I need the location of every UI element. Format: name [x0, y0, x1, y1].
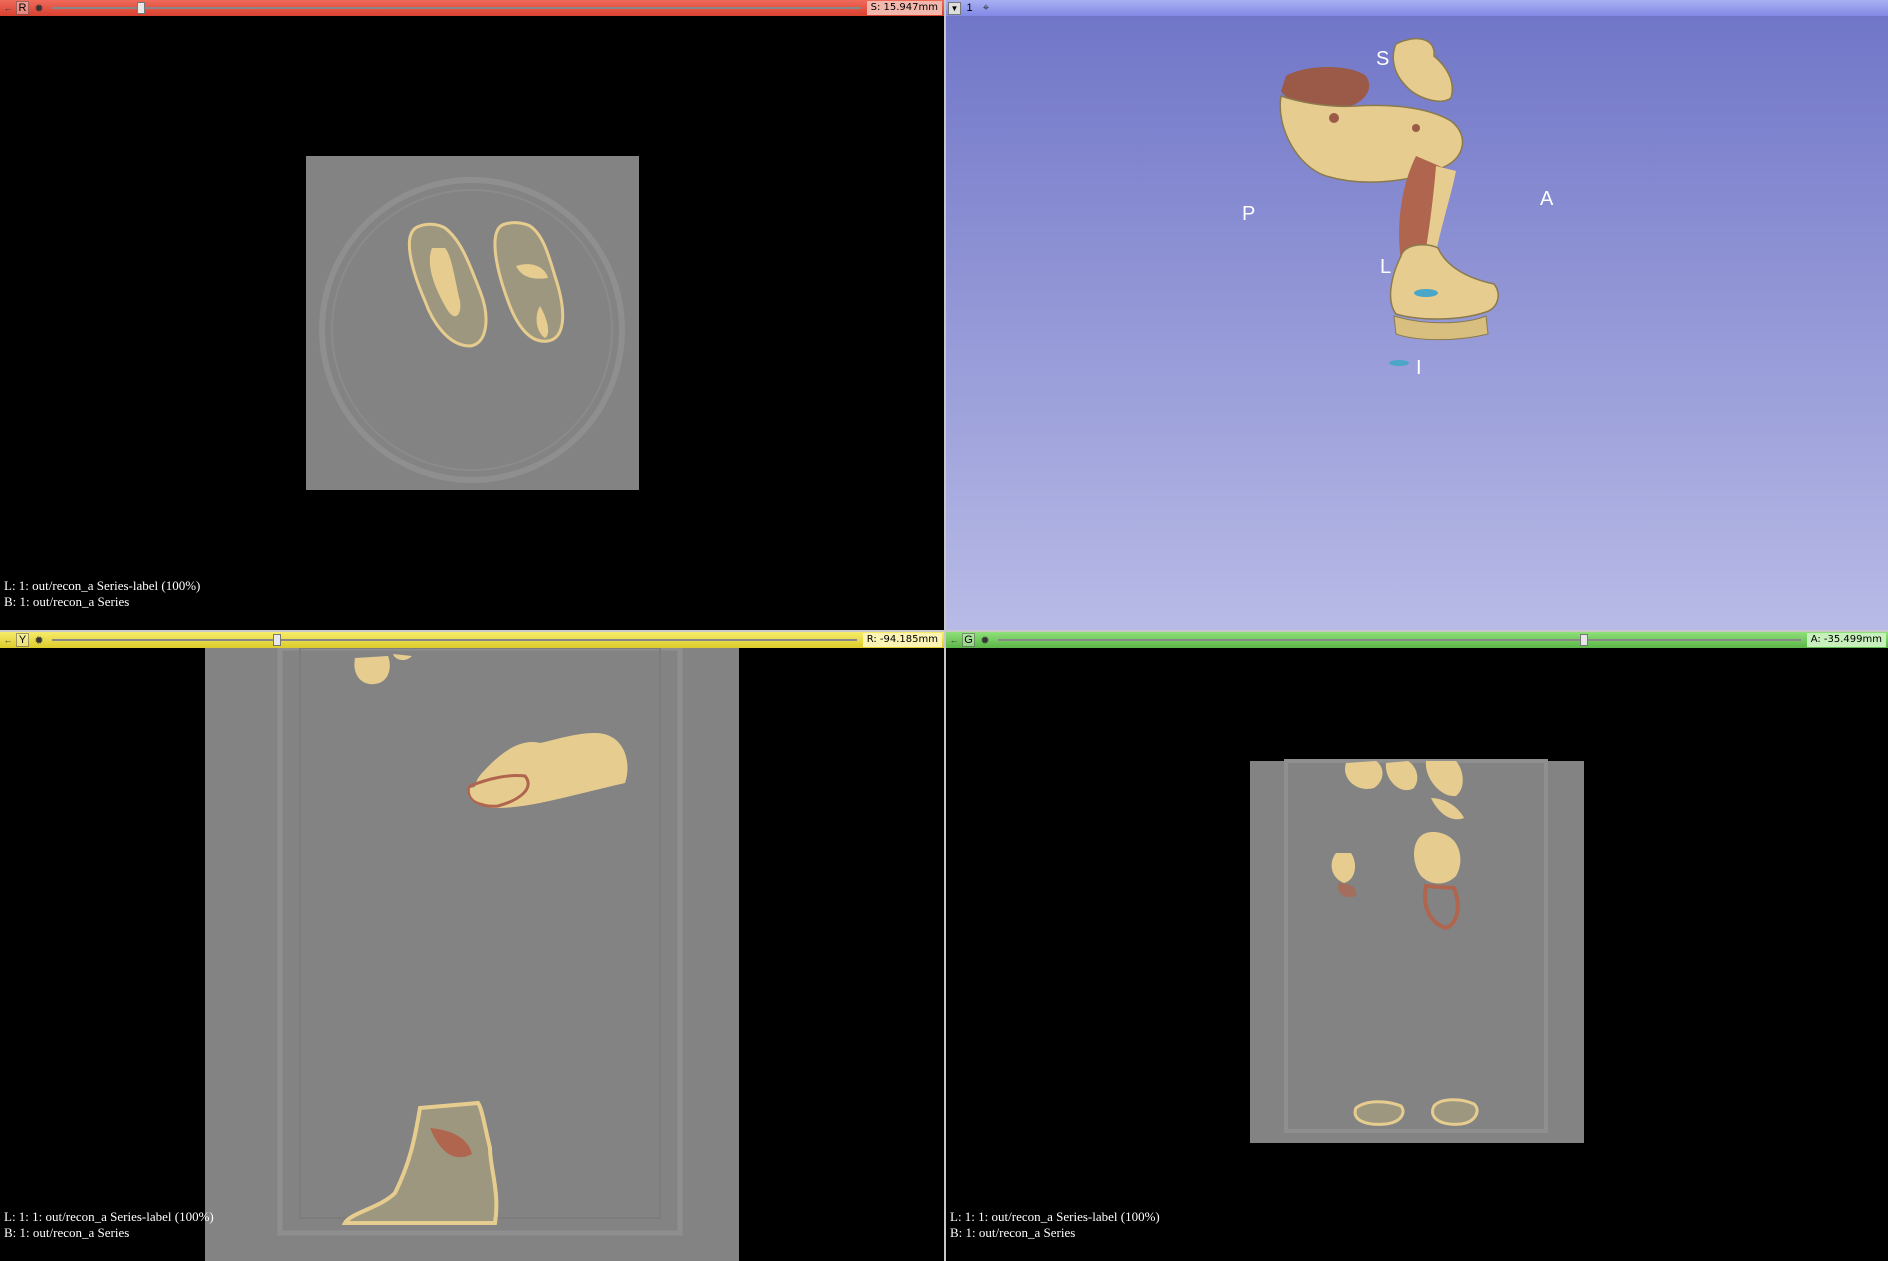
- orientation-label-inferior: I: [1416, 357, 1422, 379]
- gear-icon[interactable]: ✹: [32, 633, 46, 647]
- slider-track: [998, 639, 1801, 641]
- slider-thumb[interactable]: [1579, 634, 1588, 646]
- gear-icon[interactable]: ⌖: [979, 1, 993, 15]
- bone-segment-foot-right: [1431, 1098, 1479, 1126]
- pin-icon[interactable]: ←: [2, 1, 14, 15]
- orientation-label-posterior: P: [1242, 203, 1256, 225]
- green-slice-controller-bar: ← G ✹ A: -35.499mm: [946, 632, 1888, 648]
- muscle-speckle: [1412, 124, 1420, 132]
- slice-offset-value[interactable]: R: -94.185mm: [862, 633, 942, 647]
- label-layer-text: L: 1: 1: out/recon_a Series-label (100%): [950, 1209, 1160, 1224]
- slider-track: [52, 639, 857, 641]
- red-slice-view[interactable]: ← R ✹ S: 15.947mm L: 1: out/recon_a Seri…: [0, 0, 944, 630]
- gear-icon[interactable]: ✹: [32, 1, 46, 15]
- sagittal-slice-image[interactable]: [0, 648, 944, 1261]
- background-layer-text: B: 1: out/recon_a Series: [950, 1225, 1076, 1240]
- pin-icon[interactable]: ←: [948, 633, 960, 647]
- slider-thumb[interactable]: [273, 634, 282, 646]
- background-layer-text: B: 1: out/recon_a Series: [4, 1225, 130, 1240]
- slice-name-label: G: [962, 633, 975, 647]
- layout-splitter-horizontal[interactable]: [0, 630, 1888, 632]
- gear-icon[interactable]: ✹: [978, 633, 992, 647]
- bone-surface-foot: [1389, 243, 1499, 320]
- slider-thumb[interactable]: [136, 2, 145, 14]
- threed-controller-bar: ▼ 1 ⌖: [946, 0, 1888, 16]
- slice-offset-slider[interactable]: [998, 633, 1801, 647]
- slice-offset-value[interactable]: S: 15.947mm: [866, 1, 942, 15]
- vessel-surface-detached: [1389, 360, 1409, 366]
- pin-icon[interactable]: ←: [2, 633, 14, 647]
- threed-model[interactable]: [946, 16, 1888, 630]
- label-layer-text: L: 1: 1: out/recon_a Series-label (100%): [4, 1209, 214, 1224]
- slice-offset-slider[interactable]: [52, 1, 861, 15]
- label-layer-text: L: 1: out/recon_a Series-label (100%): [4, 578, 201, 593]
- green-slice-view[interactable]: ← G ✹ A: -35.499mm L: 1: 1: out/recon_a …: [946, 632, 1888, 1261]
- slider-track: [52, 7, 861, 9]
- view-number-label: 1: [966, 2, 973, 14]
- yellow-slice-view[interactable]: ← Y ✹ R: -94.185mm L: 1: 1: out/recon_a …: [0, 632, 944, 1261]
- bone-segment-foot-left: [1353, 1100, 1405, 1126]
- pin-icon[interactable]: ▼: [948, 1, 961, 15]
- red-slice-controller-bar: ← R ✹ S: 15.947mm: [0, 0, 944, 16]
- slice-name-label: Y: [16, 633, 29, 647]
- coronal-slice-image[interactable]: [946, 648, 1888, 1261]
- slice-overlay-text: L: 1: 1: out/recon_a Series-label (100%)…: [950, 1209, 1160, 1241]
- ct-slice-background: [1250, 761, 1584, 1143]
- threed-view[interactable]: ▼ 1 ⌖ S P A L I: [946, 0, 1888, 630]
- yellow-slice-controller-bar: ← Y ✹ R: -94.185mm: [0, 632, 944, 648]
- bone-surface-upper-foot: [1392, 37, 1453, 102]
- slice-name-label: R: [16, 1, 29, 15]
- slice-offset-slider[interactable]: [52, 633, 857, 647]
- slice-overlay-text: L: 1: out/recon_a Series-label (100%) B:…: [4, 578, 200, 610]
- background-layer-text: B: 1: out/recon_a Series: [4, 594, 130, 609]
- vessel-surface-foot: [1414, 289, 1438, 297]
- axial-slice-image[interactable]: [0, 16, 944, 630]
- orientation-label-superior: S: [1376, 48, 1390, 70]
- slice-overlay-text: L: 1: 1: out/recon_a Series-label (100%)…: [4, 1209, 214, 1241]
- orientation-label-left: L: [1380, 256, 1392, 278]
- slice-offset-value[interactable]: A: -35.499mm: [1806, 633, 1886, 647]
- orientation-label-anterior: A: [1540, 188, 1554, 210]
- muscle-speckle: [1329, 113, 1339, 123]
